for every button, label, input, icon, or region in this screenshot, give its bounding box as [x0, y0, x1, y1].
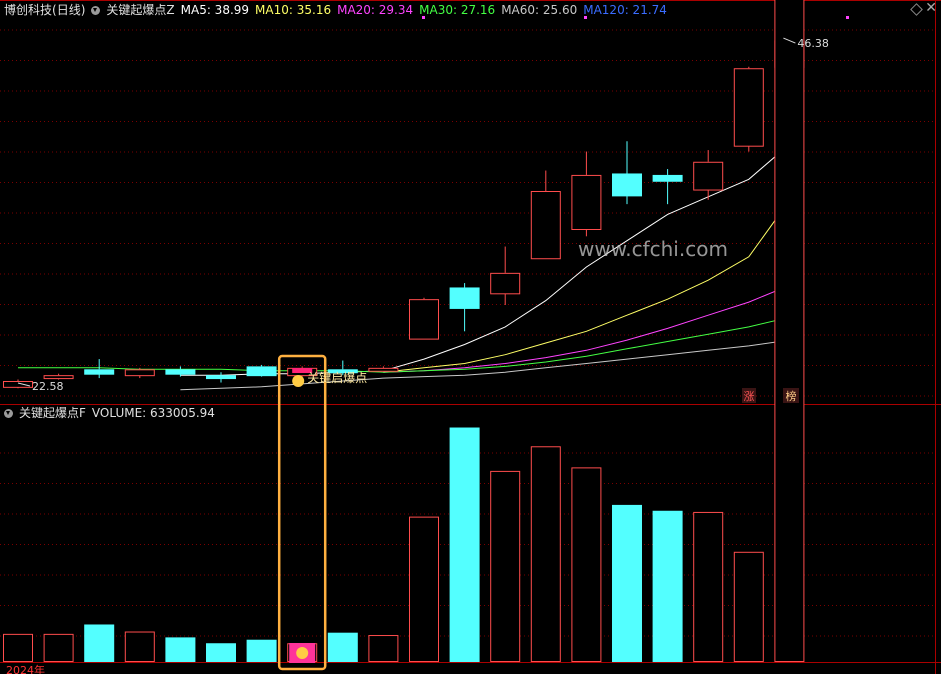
ma-line-ma60 [180, 339, 790, 391]
volume-bar [490, 470, 521, 662]
volume-bar [246, 639, 277, 662]
candle [368, 367, 399, 372]
volume-bar [368, 635, 399, 663]
stock-name[interactable]: 博创科技 [4, 3, 52, 17]
volume-bar [124, 631, 155, 662]
volume-bar [3, 633, 33, 662]
candle [612, 173, 642, 197]
volume-bar [84, 624, 115, 663]
stock-chart: 关键启爆点 46.38 22.58 www.cfchi.com 涨 榜 2024年 [0, 0, 941, 674]
volume-bar [409, 516, 439, 662]
money-bag-icon [296, 647, 309, 659]
top-marker [846, 16, 849, 19]
ma20-value: MA20: 29.34 [337, 3, 414, 17]
volume-bar [165, 637, 196, 663]
candle [3, 381, 33, 388]
candle [246, 366, 277, 377]
dropdown-icon[interactable] [91, 6, 101, 15]
candle [693, 161, 724, 191]
indicator-name[interactable]: 关键起爆点Z [106, 3, 174, 17]
ma5-value: MA5: 38.99 [180, 3, 250, 17]
candle [449, 287, 480, 309]
ma-line-ma30 [18, 316, 790, 373]
signal-label: 关键启爆点 [307, 371, 367, 385]
tag-bang: 榜 [786, 389, 797, 403]
money-bag-icon [292, 375, 305, 387]
tag-zhang: 涨 [744, 390, 755, 403]
volume-bar [206, 643, 236, 663]
volume-bar [733, 551, 764, 662]
volume-value: VOLUME: 633005.94 [91, 406, 215, 420]
price-header: 博创科技(日线) 关键起爆点Z MA5: 38.99 MA10: 35.16 MA20:… [4, 2, 673, 18]
candle [571, 174, 602, 231]
volume-bar [652, 510, 683, 662]
ma10-value: MA10: 35.16 [255, 3, 332, 17]
candle [409, 299, 439, 340]
candle [530, 191, 561, 260]
candle [124, 369, 155, 377]
candle [733, 68, 764, 147]
high-price-label: 46.38 [797, 37, 829, 50]
volume-bar [774, 0, 805, 662]
ma120-value: MA120: 21.74 [583, 3, 667, 17]
volume-bar [530, 446, 561, 662]
volume-header: 关键起爆点F VOLUME: 633005.94 [4, 405, 221, 421]
volume-indicator-name[interactable]: 关键起爆点F [19, 406, 86, 420]
volume-bar [693, 511, 724, 662]
volume-bar [571, 467, 602, 662]
candle [165, 369, 196, 375]
volume-bar [449, 427, 480, 662]
watermark-text: www.cfchi.com [578, 237, 728, 261]
candle [652, 174, 683, 182]
ma30-value: MA30: 27.16 [419, 3, 496, 17]
candle [84, 369, 115, 375]
year-label: 2024年 [6, 663, 45, 674]
signal-highlight-box [277, 354, 327, 671]
volume-bar [43, 633, 74, 662]
low-price-label: 22.58 [32, 380, 64, 393]
close-icon[interactable]: ✕ [925, 0, 937, 16]
dropdown-icon[interactable] [4, 409, 13, 418]
volume-bar [612, 504, 642, 662]
candle [206, 375, 236, 380]
candle [490, 272, 521, 295]
volume-bar [327, 632, 358, 662]
period-label: (日线) [52, 3, 86, 17]
ma-line-ma20 [383, 284, 790, 373]
ma60-value: MA60: 25.60 [501, 3, 578, 17]
candle [43, 375, 74, 380]
